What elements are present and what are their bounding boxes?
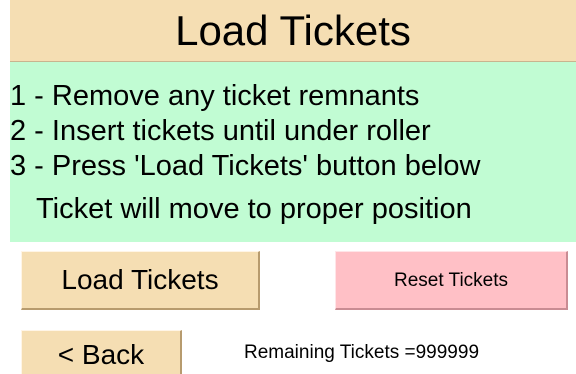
page-title: Load Tickets bbox=[175, 6, 411, 54]
instruction-step-1: 1 - Remove any ticket remnants bbox=[10, 80, 420, 112]
instruction-step-3: 3 - Press 'Load Tickets' button below bbox=[10, 150, 481, 182]
instruction-step-2: 2 - Insert tickets until under roller bbox=[10, 115, 431, 147]
title-bar: Load Tickets bbox=[10, 0, 576, 62]
instructions-panel: 1 - Remove any ticket remnants 2 - Inser… bbox=[10, 62, 576, 242]
back-button[interactable]: < Back bbox=[21, 330, 182, 374]
load-tickets-button[interactable]: Load Tickets bbox=[21, 251, 260, 310]
remaining-tickets-text: Remaining Tickets =999999 bbox=[244, 342, 480, 363]
instruction-note: Ticket will move to proper position bbox=[36, 193, 472, 225]
reset-tickets-button[interactable]: Reset Tickets bbox=[335, 251, 568, 310]
